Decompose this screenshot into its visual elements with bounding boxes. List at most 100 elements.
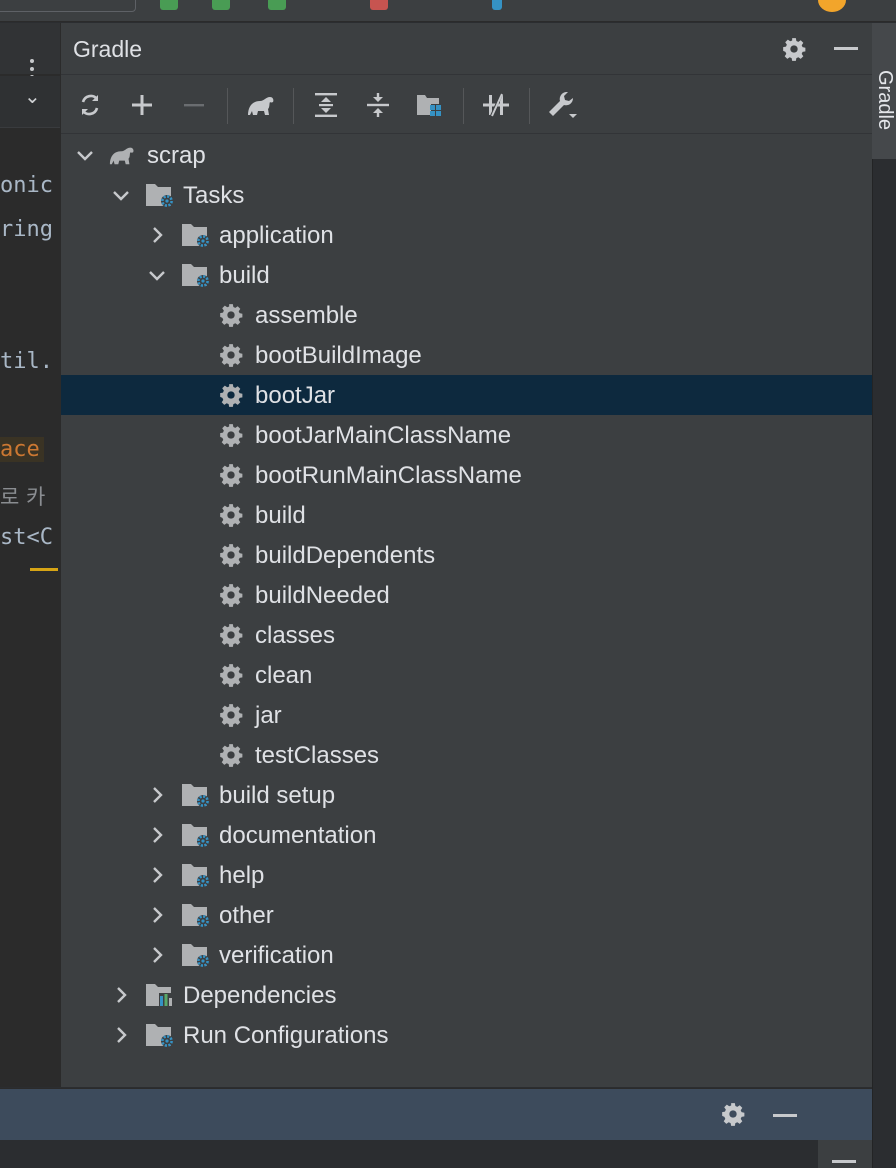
code-line-keyword: ace	[0, 437, 44, 462]
gear-icon	[220, 584, 243, 607]
panel-header: Gradle	[61, 23, 873, 75]
tree-node-tasks[interactable]: Tasks	[61, 175, 873, 215]
tree-node-label: verification	[219, 942, 334, 969]
tree-node-label: application	[219, 222, 334, 249]
code-editor[interactable]: ⌄ onic ring til. ace 로 카 st<C	[0, 23, 60, 1087]
expand-all-icon[interactable]	[309, 88, 343, 122]
chevron-down-icon[interactable]	[147, 265, 167, 285]
gear-icon	[220, 304, 243, 327]
hide-panel-icon[interactable]	[773, 1114, 797, 1117]
code-line: ring	[0, 217, 53, 242]
task-label: bootRunMainClassName	[255, 462, 522, 489]
code-line: til.	[0, 349, 53, 374]
wrench-icon[interactable]	[545, 88, 579, 122]
task-item[interactable]: testClasses	[61, 735, 873, 775]
toolbar-separator	[529, 88, 530, 124]
add-icon[interactable]	[125, 88, 159, 122]
task-folder-icon	[182, 944, 209, 967]
gear-icon	[220, 704, 243, 727]
task-label: clean	[255, 662, 313, 689]
chevron-down-icon[interactable]: ⌄	[24, 84, 41, 109]
tree-node-label: Dependencies	[183, 982, 337, 1009]
chevron-right-icon[interactable]	[147, 825, 167, 845]
tree-node-help[interactable]: help	[61, 855, 873, 895]
gear-icon	[220, 464, 243, 487]
gear-icon	[220, 544, 243, 567]
task-label: bootBuildImage	[255, 342, 422, 369]
panel-title: Gradle	[73, 36, 143, 62]
bottom-strip	[0, 1140, 872, 1168]
toolbar-separator	[463, 88, 464, 124]
tree-node-label: build	[219, 262, 270, 289]
gear-icon[interactable]	[781, 36, 807, 62]
build-icon[interactable]	[160, 0, 178, 10]
task-item[interactable]: buildDependents	[61, 535, 873, 575]
toolbar-separator	[227, 88, 228, 124]
collapse-all-icon[interactable]	[361, 88, 395, 122]
group-modules-icon[interactable]	[413, 88, 447, 122]
tree-node-documentation[interactable]: documentation	[61, 815, 873, 855]
task-item[interactable]: assemble	[61, 295, 873, 335]
gear-icon	[220, 624, 243, 647]
gear-icon	[220, 504, 243, 527]
tree-node-application[interactable]: application	[61, 215, 873, 255]
vcs-update-icon[interactable]	[492, 0, 502, 10]
editor-header	[0, 23, 60, 79]
chevron-right-icon[interactable]	[147, 905, 167, 925]
task-label: bootJarMainClassName	[255, 422, 512, 449]
task-folder-icon	[182, 224, 209, 247]
toggle-offline-icon[interactable]	[479, 88, 513, 122]
gear-icon[interactable]	[720, 1101, 746, 1127]
elephant-icon[interactable]	[243, 88, 277, 122]
tree-node-run-configurations[interactable]: Run Configurations	[61, 1015, 873, 1055]
chevron-right-icon[interactable]	[111, 1025, 131, 1045]
tree-node-build[interactable]: build	[61, 255, 873, 295]
dependencies-folder-icon	[146, 984, 172, 1007]
avatar-icon[interactable]	[818, 0, 846, 12]
remove-icon[interactable]	[177, 88, 211, 122]
tree-node-label: Tasks	[183, 182, 245, 209]
tree-node-scrap[interactable]: scrap	[61, 135, 873, 175]
chevron-right-icon[interactable]	[111, 985, 131, 1005]
tree-node-label: documentation	[219, 822, 377, 849]
warning-underline	[30, 568, 58, 571]
task-item[interactable]: clean	[61, 655, 873, 695]
task-item[interactable]: buildNeeded	[61, 575, 873, 615]
chevron-down-icon[interactable]	[111, 185, 131, 205]
tree-node-label: scrap	[147, 142, 206, 169]
task-label: buildNeeded	[255, 582, 390, 609]
task-folder-icon	[182, 784, 209, 807]
chevron-right-icon[interactable]	[147, 865, 167, 885]
debug-icon[interactable]	[268, 0, 286, 10]
task-folder-icon	[182, 904, 209, 927]
task-item[interactable]: jar	[61, 695, 873, 735]
tree-node-verification[interactable]: verification	[61, 935, 873, 975]
stop-icon[interactable]	[370, 0, 388, 10]
bottom-panel-header	[0, 1088, 872, 1140]
tree-node-build-setup[interactable]: build setup	[61, 775, 873, 815]
reload-icon[interactable]	[73, 88, 107, 122]
task-folder-icon	[182, 824, 209, 847]
right-tool-stripe	[872, 23, 896, 1168]
chevron-down-icon[interactable]	[75, 145, 95, 165]
chevron-right-icon[interactable]	[147, 225, 167, 245]
task-item[interactable]: bootRunMainClassName	[61, 455, 873, 495]
task-item-selected[interactable]: bootJar	[61, 375, 873, 415]
tree-node-dependencies[interactable]: Dependencies	[61, 975, 873, 1015]
task-item[interactable]: bootJarMainClassName	[61, 415, 873, 455]
task-folder-icon	[146, 1024, 173, 1047]
minimize-button[interactable]	[818, 1140, 872, 1168]
run-icon[interactable]	[212, 0, 230, 10]
task-item[interactable]: build	[61, 495, 873, 535]
tree-node-other[interactable]: other	[61, 895, 873, 935]
tree-node-label: help	[219, 862, 265, 889]
chevron-right-icon[interactable]	[147, 785, 167, 805]
run-configuration-selector[interactable]	[0, 0, 136, 12]
tree-node-label: build setup	[219, 782, 336, 809]
task-item[interactable]: bootBuildImage	[61, 335, 873, 375]
chevron-right-icon[interactable]	[147, 945, 167, 965]
task-label: classes	[255, 622, 336, 649]
task-item[interactable]: classes	[61, 615, 873, 655]
hide-panel-icon[interactable]	[834, 47, 858, 50]
toolbar-separator	[293, 88, 294, 124]
